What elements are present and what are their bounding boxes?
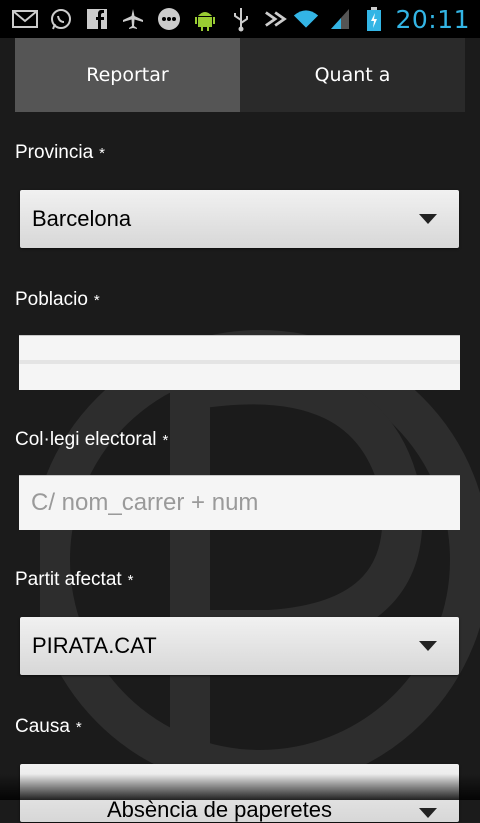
causa-value: Absència de paperetes	[106, 797, 333, 822]
scroll-fade	[0, 774, 480, 800]
usb-icon	[228, 6, 254, 32]
required-marker: *	[162, 432, 169, 449]
causa-label: Causa *	[15, 716, 82, 738]
provincia-spinner[interactable]: Barcelona	[20, 190, 459, 248]
status-clock: 20:11	[395, 4, 470, 34]
facebook-icon	[84, 6, 110, 32]
android-icon	[192, 6, 218, 32]
whatsapp-icon	[48, 6, 74, 32]
battery-charging-icon	[361, 6, 387, 32]
provincia-label: Provincia *	[15, 142, 105, 164]
status-bar: 20:11	[0, 0, 480, 38]
dropdown-arrow-icon	[419, 641, 437, 651]
wifi-icon	[293, 6, 319, 32]
poblacio-label: Poblacio *	[15, 289, 100, 311]
partit-spinner[interactable]: PIRATA.CAT	[20, 617, 459, 675]
input-divider	[19, 360, 460, 364]
required-marker: *	[99, 145, 105, 162]
required-marker: *	[127, 572, 134, 589]
partit-label-text: Partit afectat	[15, 569, 122, 590]
partit-label: Partit afectat *	[15, 569, 134, 591]
collegi-label: Col·legi electoral *	[15, 429, 168, 451]
causa-label-text: Causa	[15, 716, 70, 737]
collegi-placeholder: C/ nom_carrer + num	[31, 489, 259, 516]
provincia-value: Barcelona	[32, 206, 132, 231]
partit-value: PIRATA.CAT	[32, 633, 157, 658]
required-marker: *	[75, 719, 82, 736]
dropdown-arrow-icon	[419, 214, 437, 224]
collegi-label-text: Col·legi electoral	[15, 429, 157, 450]
tab-reportar[interactable]: Reportar	[15, 38, 240, 112]
signal-icon	[327, 6, 353, 32]
chat-bubble-icon	[156, 6, 182, 32]
forward-arrows-icon	[264, 6, 290, 32]
provincia-label-text: Provincia	[15, 142, 94, 163]
collegi-input[interactable]: C/ nom_carrer + num	[19, 475, 460, 530]
gmail-icon	[12, 6, 38, 32]
tab-bar: Reportar Quant a	[15, 38, 465, 112]
required-marker: *	[93, 292, 100, 309]
airplane-icon	[120, 6, 146, 32]
poblacio-label-text: Poblacio	[15, 289, 88, 310]
dropdown-arrow-icon	[419, 808, 437, 818]
poblacio-input[interactable]	[19, 335, 460, 390]
tab-quant-a[interactable]: Quant a	[240, 38, 465, 112]
